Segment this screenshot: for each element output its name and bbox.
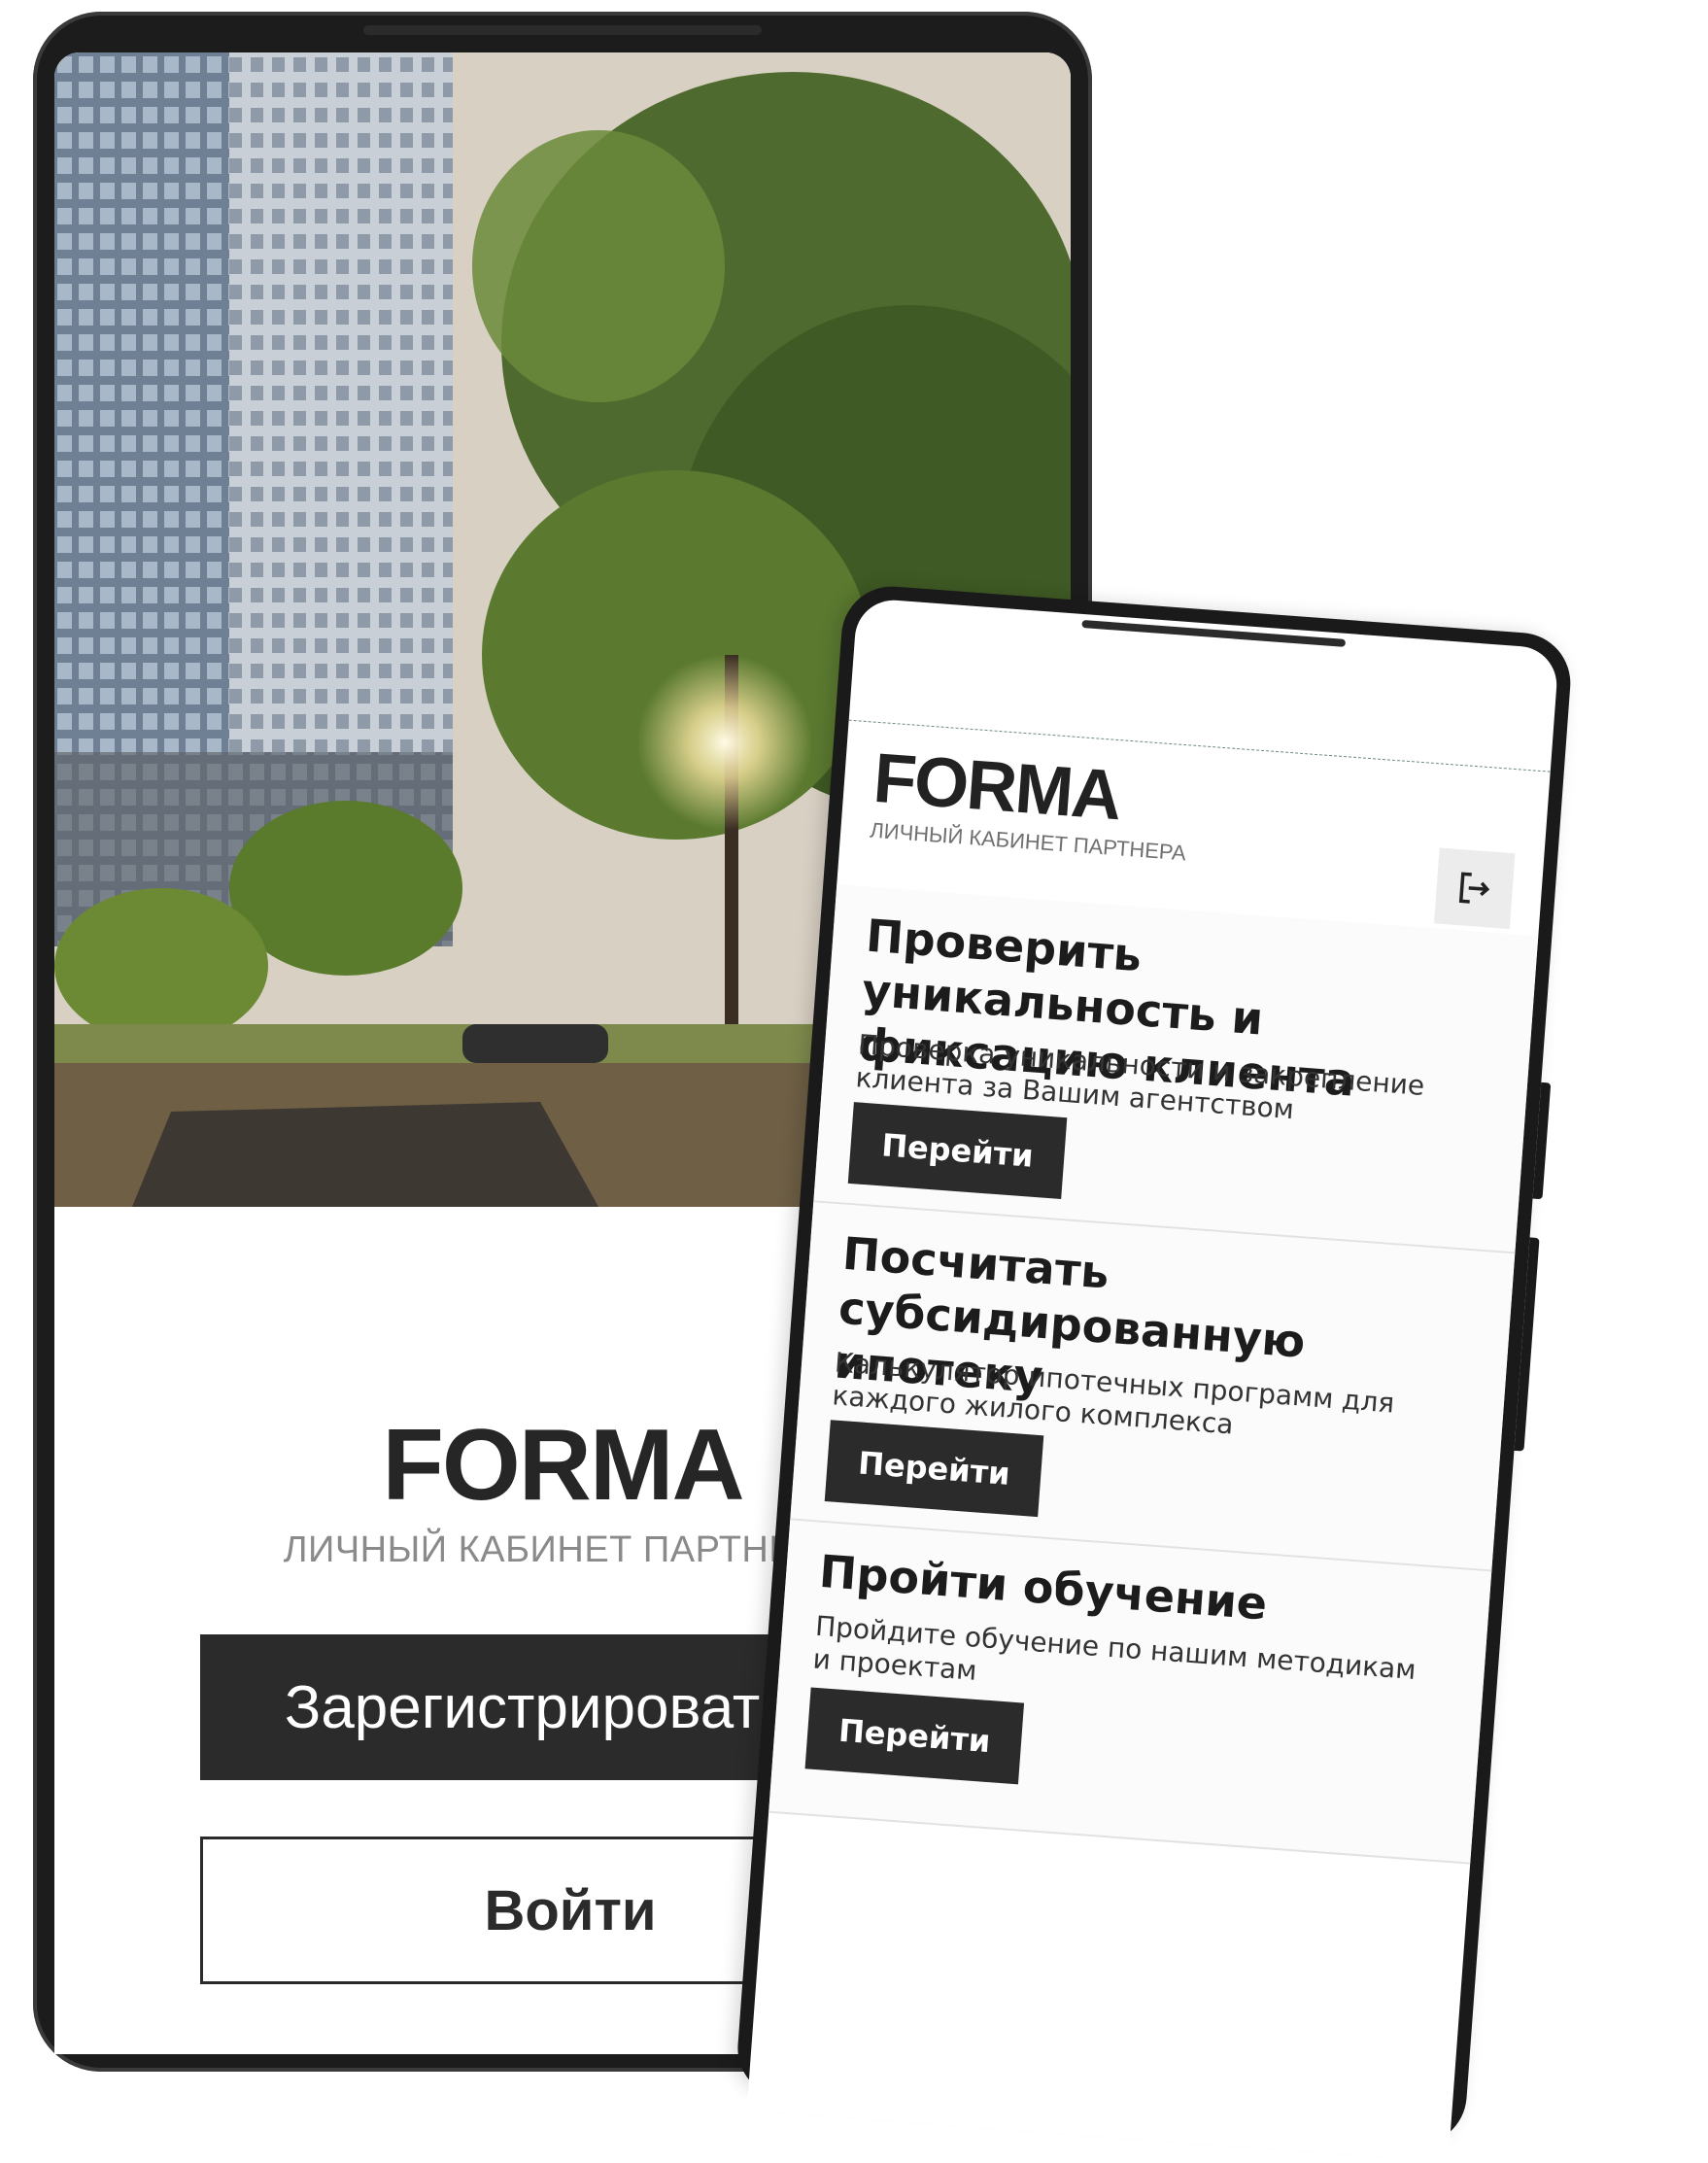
go-button[interactable]: Перейти	[824, 1420, 1044, 1518]
dashboard-screen: FORMA ЛИЧНЫЙ КАБИНЕТ ПАРТНЕРА Проверить …	[746, 597, 1559, 2161]
phone-notch	[363, 25, 762, 35]
logout-icon	[1458, 872, 1490, 904]
phone-front: FORMA ЛИЧНЫЙ КАБИНЕТ ПАРТНЕРА Проверить …	[734, 583, 1574, 2161]
card-mortgage-calc: Посчитать субсидированную ипотеку Кальку…	[790, 1202, 1516, 1572]
phone-notch	[1081, 619, 1347, 647]
go-button[interactable]: Перейти	[804, 1687, 1025, 1785]
power-button	[1514, 1237, 1540, 1452]
card-training: Пройти обучение Пройдите обучение по наш…	[769, 1520, 1492, 1865]
go-button[interactable]: Перейти	[847, 1102, 1068, 1199]
logout-button[interactable]	[1433, 847, 1516, 930]
volume-button	[1532, 1082, 1552, 1200]
card-client-check: Проверить уникальность и фиксацию клиент…	[813, 884, 1539, 1254]
